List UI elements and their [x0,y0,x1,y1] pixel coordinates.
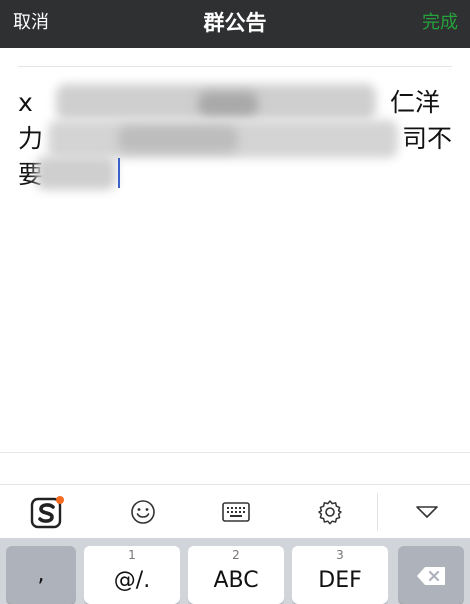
text-line-2: 力 [18,124,44,153]
nav-bar: 群公告 取消 完成 [0,0,470,48]
backspace-icon [417,567,445,585]
done-button[interactable]: 完成 [422,0,458,48]
mosaic-block [118,126,238,152]
settings-icon [318,500,342,525]
text-cursor [118,158,120,188]
key-3-def[interactable]: 3 DEF [292,546,388,604]
key-number: 3 [336,548,344,562]
emoji-icon [131,500,155,524]
page-title: 群公告 [203,11,267,35]
key-number: 1 [128,548,136,562]
divider [18,66,452,67]
mosaic-block [198,92,258,116]
text-fragment: x [18,88,33,117]
key-label: , [37,562,45,587]
settings-button[interactable] [305,485,355,539]
key-1-symbols[interactable]: 1 @/. [84,546,180,604]
collapse-keyboard-icon [416,506,438,518]
key-number: 2 [232,548,240,562]
delete-key[interactable] [398,546,464,604]
sogou-logo-button[interactable] [22,485,72,539]
text-line-1-end: 仁洋 [390,88,441,117]
cancel-button[interactable]: 取消 [13,0,49,48]
key-comma[interactable]: , [6,546,76,604]
announcement-text-area[interactable]: x 仁洋 力 司不 要 [18,84,453,206]
key-label: @/. [113,568,151,593]
sogou-logo-icon [30,496,64,529]
text-line-1: x [18,86,33,122]
collapse-keyboard-button[interactable] [402,485,452,539]
keyboard-switch-button[interactable] [211,485,261,539]
key-label: DEF [318,568,362,593]
ime-toolbar [0,484,470,539]
mosaic-block [36,156,116,190]
toolbar-separator [377,493,378,531]
key-2-abc[interactable]: 2 ABC [188,546,284,604]
keyboard: , 1 @/. 2 ABC 3 DEF [0,538,470,604]
divider [0,452,470,453]
key-label: ABC [213,568,259,593]
text-line-2-end: 司不 [402,124,453,153]
keyboard-icon [222,502,250,522]
emoji-button[interactable] [118,485,168,539]
